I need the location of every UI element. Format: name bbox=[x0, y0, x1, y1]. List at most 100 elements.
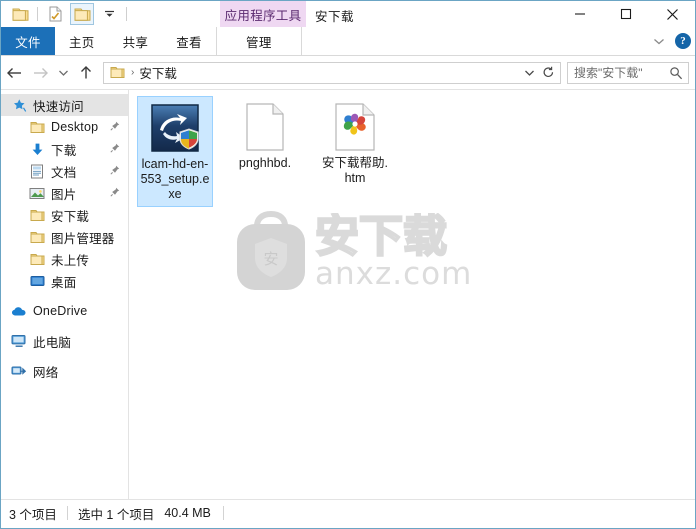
up-button[interactable] bbox=[73, 58, 99, 88]
sidebar-gap-3 bbox=[1, 352, 128, 360]
window-controls bbox=[557, 1, 695, 27]
sidebar-item-label: 桌面 bbox=[51, 275, 77, 290]
close-button[interactable] bbox=[649, 1, 695, 27]
pin-icon[interactable] bbox=[110, 120, 120, 134]
address-bar: › 安下载 搜索"安下载" bbox=[1, 56, 695, 89]
tab-share[interactable]: 共享 bbox=[109, 27, 163, 55]
pin-icon[interactable] bbox=[110, 164, 120, 178]
tab-home[interactable]: 主页 bbox=[55, 27, 109, 55]
status-separator bbox=[66, 506, 68, 520]
sidebar-item-pictures[interactable]: 图片 bbox=[1, 182, 128, 204]
download-arrow-icon bbox=[29, 141, 45, 157]
sidebar-item-label: 安下载 bbox=[51, 209, 90, 224]
status-item-count: 3 个项目 bbox=[9, 507, 57, 522]
svg-text:安: 安 bbox=[263, 250, 278, 268]
contextual-tab-header: 应用程序工具 bbox=[220, 1, 306, 27]
status-bar: 3 个项目 选中 1 个项目 40.4 MB bbox=[1, 499, 695, 526]
installer-exe-icon bbox=[150, 103, 200, 153]
sidebar-item-image-manager[interactable]: 图片管理器 bbox=[1, 226, 128, 248]
sidebar-item-desktop-en[interactable]: Desktop bbox=[1, 116, 128, 138]
sidebar-item-label: Desktop bbox=[51, 120, 99, 134]
sidebar-gap-2 bbox=[1, 322, 128, 330]
network-icon bbox=[11, 363, 27, 379]
breadcrumb-dropdown-icon[interactable] bbox=[520, 63, 538, 83]
toolbar-separator bbox=[37, 7, 38, 21]
chevron-down-icon[interactable] bbox=[649, 31, 669, 51]
customize-dropdown-icon[interactable] bbox=[98, 4, 120, 24]
sidebar-item-anxiazai[interactable]: 安下载 bbox=[1, 204, 128, 226]
sidebar-item-label: 下载 bbox=[51, 143, 77, 158]
ribbon-right-controls: ? bbox=[649, 27, 691, 55]
folder-icon bbox=[29, 229, 45, 245]
refresh-icon[interactable] bbox=[538, 63, 558, 83]
blank-document-icon bbox=[240, 102, 290, 152]
back-button[interactable] bbox=[1, 58, 27, 88]
watermark-brand-icon: 安下载 bbox=[315, 213, 448, 261]
search-icon[interactable] bbox=[669, 66, 683, 83]
html-pinwheel-icon bbox=[330, 102, 380, 152]
folder-icon bbox=[110, 66, 125, 79]
watermark-brand-text: 安下载 bbox=[315, 213, 447, 261]
pictures-icon bbox=[29, 185, 45, 201]
sidebar-gap-1 bbox=[1, 292, 128, 300]
minimize-button[interactable] bbox=[557, 1, 603, 27]
sidebar-item-desktop-cn[interactable]: 桌面 bbox=[1, 270, 128, 292]
window-title: 安下载 bbox=[315, 10, 355, 24]
file-item-help-htm[interactable]: 安下载帮助.htm bbox=[317, 96, 393, 207]
sidebar-item-downloads[interactable]: 下载 bbox=[1, 138, 128, 160]
sidebar-item-quick-access[interactable]: 快速访问 bbox=[1, 94, 128, 116]
sidebar-item-not-uploaded[interactable]: 未上传 bbox=[1, 248, 128, 270]
sidebar-item-network[interactable]: 网络 bbox=[1, 360, 128, 382]
help-icon[interactable]: ? bbox=[675, 33, 691, 49]
sidebar-item-documents[interactable]: 文档 bbox=[1, 160, 128, 182]
explorer-window: 应用程序工具 安下载 文件 主页 共享 查看 管理 ? › 安下载 搜索"安下载… bbox=[0, 0, 696, 529]
ribbon-tab-strip: 文件 主页 共享 查看 管理 ? bbox=[1, 27, 695, 56]
status-separator-2 bbox=[222, 506, 224, 520]
sidebar-item-label: 快速访问 bbox=[33, 99, 84, 114]
folder-icon bbox=[29, 207, 45, 223]
folder-icon bbox=[29, 119, 45, 135]
ribbon-tabs: 文件 主页 共享 查看 管理 bbox=[1, 27, 695, 55]
tab-view[interactable]: 查看 bbox=[162, 27, 216, 55]
tab-file[interactable]: 文件 bbox=[1, 27, 55, 55]
explorer-body: 快速访问 Desktop 下载 文档 图片 安下载 图片管理器 未上传 桌面 O… bbox=[1, 89, 695, 499]
search-input[interactable]: 搜索"安下载" bbox=[567, 61, 689, 84]
quick-access-toolbar bbox=[9, 3, 129, 25]
tab-manage[interactable]: 管理 bbox=[215, 27, 302, 55]
file-name: 安下载帮助.htm bbox=[322, 156, 388, 185]
folder-icon[interactable] bbox=[9, 4, 31, 24]
sidebar-item-label: 未上传 bbox=[51, 253, 90, 268]
toolbar-separator-2 bbox=[126, 7, 127, 21]
file-name: lcam-hd-en-553_setup.exe bbox=[140, 157, 210, 201]
desktop-icon bbox=[29, 273, 45, 289]
file-item-pnghhbd[interactable]: pnghhbd. bbox=[227, 96, 303, 207]
breadcrumb[interactable]: › 安下载 bbox=[103, 61, 561, 84]
sidebar-item-this-pc[interactable]: 此电脑 bbox=[1, 330, 128, 352]
file-grid: lcam-hd-en-553_setup.exe pnghhbd. 安下载帮助.… bbox=[137, 96, 407, 207]
pin-icon[interactable] bbox=[110, 186, 120, 200]
documents-icon bbox=[29, 163, 45, 179]
watermark-text: 安下载 anxz.com bbox=[315, 213, 475, 290]
sidebar-item-label: 图片 bbox=[51, 187, 77, 202]
this-pc-icon bbox=[11, 333, 27, 349]
navigation-pane: 快速访问 Desktop 下载 文档 图片 安下载 图片管理器 未上传 桌面 O… bbox=[1, 90, 129, 499]
new-folder-icon[interactable] bbox=[70, 3, 94, 25]
onedrive-cloud-icon bbox=[11, 303, 27, 319]
anxz-logo-icon: 安 bbox=[237, 210, 305, 290]
star-pin-icon bbox=[11, 97, 27, 113]
recent-locations-icon[interactable] bbox=[53, 58, 73, 88]
file-list-area[interactable]: lcam-hd-en-553_setup.exe pnghhbd. 安下载帮助.… bbox=[129, 90, 695, 499]
title-bar: 应用程序工具 安下载 bbox=[1, 1, 695, 27]
file-item-setup-exe[interactable]: lcam-hd-en-553_setup.exe bbox=[137, 96, 213, 207]
breadcrumb-separator[interactable]: › bbox=[131, 67, 134, 78]
file-name: pnghhbd. bbox=[238, 156, 292, 170]
breadcrumb-path[interactable]: 安下载 bbox=[139, 63, 177, 82]
sidebar-item-label: 图片管理器 bbox=[51, 231, 115, 246]
watermark: 安 安下载 anxz.com bbox=[233, 208, 475, 294]
properties-icon[interactable] bbox=[44, 4, 66, 24]
maximize-button[interactable] bbox=[603, 1, 649, 27]
forward-button bbox=[27, 58, 53, 88]
pin-icon[interactable] bbox=[110, 142, 120, 156]
status-selection: 选中 1 个项目 bbox=[77, 507, 155, 522]
sidebar-item-onedrive[interactable]: OneDrive bbox=[1, 300, 128, 322]
